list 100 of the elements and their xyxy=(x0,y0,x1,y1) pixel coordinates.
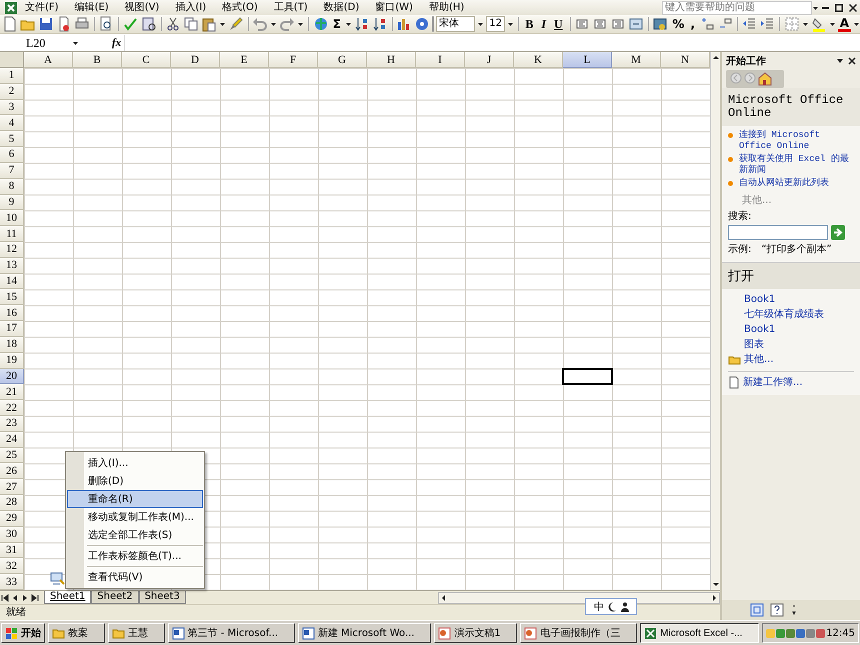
taskbar-button[interactable]: 王慧 xyxy=(108,623,165,643)
name-box[interactable]: L20 xyxy=(0,34,72,50)
italic-button[interactable]: I xyxy=(538,16,550,32)
underline-button[interactable]: U xyxy=(551,16,566,32)
percent-style-button[interactable]: % xyxy=(670,16,686,32)
file-link[interactable]: Book1 xyxy=(744,323,854,336)
start-button[interactable]: 开始 xyxy=(1,623,45,643)
row-header[interactable]: 15 xyxy=(0,289,24,306)
tab-first-icon[interactable] xyxy=(0,592,10,602)
row-header[interactable]: 13 xyxy=(0,258,24,274)
autosum-button[interactable]: Σ xyxy=(330,16,343,32)
column-header[interactable]: N xyxy=(661,52,710,68)
taskbar-button[interactable]: 演示文稿1 xyxy=(434,623,518,643)
sheet-tab[interactable]: Sheet1 xyxy=(44,591,92,604)
row-header[interactable]: 4 xyxy=(0,115,24,132)
spelling-check-icon[interactable] xyxy=(122,16,139,32)
font-name-field[interactable]: 宋体 xyxy=(436,16,476,32)
row-header[interactable]: 10 xyxy=(0,210,24,226)
task-pane-icon[interactable] xyxy=(750,603,764,617)
tray-people-icon[interactable] xyxy=(816,628,826,638)
column-header[interactable]: G xyxy=(318,52,367,68)
menu-item[interactable]: 窗口(W) xyxy=(367,1,421,14)
menu-item[interactable]: 帮助(H) xyxy=(420,1,472,14)
fill-color-icon[interactable] xyxy=(810,16,827,32)
row-header[interactable]: 9 xyxy=(0,194,24,210)
increase-decimal-icon[interactable] xyxy=(699,16,716,32)
menu-item[interactable]: 重命名(R) xyxy=(67,490,203,508)
row-header[interactable]: 19 xyxy=(0,352,24,369)
currency-icon[interactable] xyxy=(652,16,668,32)
column-header[interactable]: E xyxy=(220,52,269,68)
column-header[interactable]: K xyxy=(514,52,563,68)
paste-icon[interactable] xyxy=(201,16,218,32)
vertical-scrollbar[interactable] xyxy=(710,52,720,590)
menu-item[interactable]: 查看代码(V) xyxy=(67,568,203,586)
taskbar-button[interactable]: 新建 Microsoft Wo... xyxy=(298,623,432,643)
home-icon[interactable] xyxy=(758,72,772,86)
link[interactable]: 连接到 Microsoft Office Online xyxy=(739,130,854,152)
row-header[interactable]: 27 xyxy=(0,479,24,496)
view-code-icon[interactable] xyxy=(50,571,65,586)
file-link[interactable]: 图表 xyxy=(744,338,854,351)
horizontal-scrollbar[interactable] xyxy=(438,592,720,604)
options-icon[interactable] xyxy=(790,603,798,617)
column-header[interactable]: C xyxy=(122,52,171,68)
restore-icon[interactable] xyxy=(835,4,843,12)
row-header[interactable]: 20 xyxy=(0,368,24,384)
menu-item[interactable]: 插入(I) xyxy=(167,1,214,14)
menu-item[interactable]: 插入(I)... xyxy=(67,454,203,472)
go-arrow-icon[interactable] xyxy=(831,225,845,240)
file-link[interactable]: 七年级体育成绩表 xyxy=(744,308,854,321)
taskbar-button[interactable]: 第三节 - Microsof... xyxy=(168,623,295,643)
link[interactable]: 获取有关使用 Excel 的最新新闻 xyxy=(739,154,854,176)
menu-item[interactable]: 工具(T) xyxy=(266,1,316,14)
sort-descending-icon[interactable] xyxy=(372,16,388,32)
row-header[interactable]: 26 xyxy=(0,463,24,480)
more-link[interactable]: 其他... xyxy=(744,354,774,364)
cut-icon[interactable] xyxy=(165,16,182,32)
row-header[interactable]: 5 xyxy=(0,131,24,148)
column-header[interactable]: A xyxy=(24,52,73,68)
menu-item[interactable]: 编辑(E) xyxy=(66,1,117,14)
link[interactable]: 自动从网站更新此列表 xyxy=(739,178,829,189)
row-header[interactable]: 29 xyxy=(0,510,24,527)
row-header[interactable]: 18 xyxy=(0,336,24,353)
row-header[interactable]: 3 xyxy=(0,100,24,116)
row-header[interactable]: 1 xyxy=(0,68,24,84)
row-header[interactable]: 25 xyxy=(0,448,24,464)
search-field[interactable] xyxy=(728,225,828,240)
font-size-field[interactable]: 12 xyxy=(486,16,505,32)
row-header[interactable]: 33 xyxy=(0,574,24,590)
column-header[interactable]: B xyxy=(73,52,122,68)
row-header[interactable]: 22 xyxy=(0,400,24,416)
close-icon[interactable] xyxy=(848,56,856,66)
merge-center-icon[interactable] xyxy=(628,16,644,32)
row-header[interactable]: 14 xyxy=(0,274,24,290)
column-header[interactable]: H xyxy=(367,52,416,68)
row-header[interactable]: 31 xyxy=(0,542,24,558)
new-workbook-link[interactable]: 新建工作簿... xyxy=(743,377,803,388)
row-header[interactable]: 6 xyxy=(0,147,24,163)
row-header[interactable]: 8 xyxy=(0,178,24,195)
minimize-icon[interactable] xyxy=(822,6,829,8)
menu-item[interactable]: 数据(D) xyxy=(316,1,368,14)
row-header[interactable]: 32 xyxy=(0,558,24,574)
tray-network-icon[interactable] xyxy=(796,628,806,638)
column-header[interactable]: I xyxy=(416,52,465,68)
row-header[interactable]: 17 xyxy=(0,321,24,337)
sort-ascending-icon[interactable] xyxy=(354,16,370,32)
row-header[interactable]: 7 xyxy=(0,162,24,179)
row-header[interactable]: 2 xyxy=(0,84,24,100)
insert-function-button[interactable]: fx xyxy=(109,36,124,48)
row-header[interactable]: 23 xyxy=(0,416,24,432)
comma-style-button[interactable]: , xyxy=(688,16,698,32)
row-header[interactable]: 30 xyxy=(0,526,24,543)
taskbar-button[interactable]: 教案 xyxy=(48,623,105,643)
help-search-field[interactable]: 键入需要帮助的问题 xyxy=(662,0,812,14)
column-header[interactable]: D xyxy=(171,52,220,68)
taskbar-button[interactable]: 电子画报制作（三 xyxy=(520,623,638,643)
hyperlink-icon[interactable] xyxy=(312,16,329,32)
format-painter-icon[interactable] xyxy=(228,16,244,32)
sheet-tab[interactable]: Sheet2 xyxy=(91,591,139,604)
column-header[interactable]: L xyxy=(563,52,612,68)
sheet-tab[interactable]: Sheet3 xyxy=(138,591,186,604)
